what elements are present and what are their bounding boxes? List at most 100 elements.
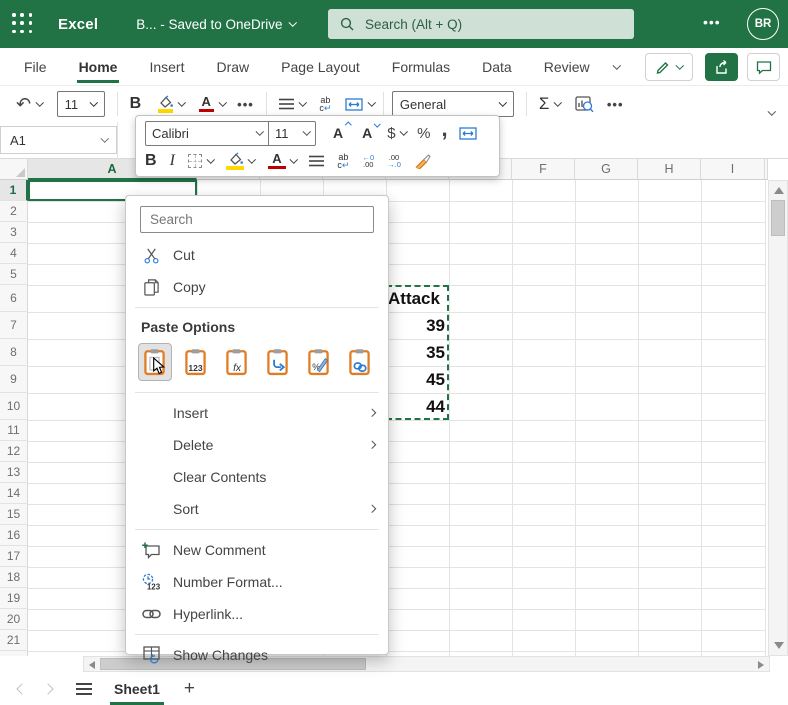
menu-item-hyperlink[interactable]: Hyperlink... — [126, 598, 388, 630]
all-sheets-icon[interactable] — [76, 683, 92, 695]
borders-button[interactable] — [188, 154, 214, 168]
merge-cells-button[interactable] — [345, 98, 375, 111]
column-header[interactable]: G — [575, 159, 638, 180]
row-header[interactable]: 7 — [0, 312, 28, 339]
align-icon[interactable] — [309, 155, 324, 167]
merge-cells-button-floating[interactable] — [459, 127, 477, 140]
autosum-button[interactable]: Σ — [539, 94, 561, 114]
tab-home[interactable]: Home — [77, 50, 120, 83]
row-header[interactable]: 13 — [0, 462, 28, 483]
font-size-select[interactable]: 11 — [57, 91, 105, 117]
row-header[interactable]: 5 — [0, 264, 28, 285]
font-color-button[interactable]: A — [199, 96, 226, 113]
menu-item-delete[interactable]: Delete — [126, 429, 388, 461]
row-header[interactable]: 10 — [0, 393, 28, 420]
column-header[interactable]: I — [701, 159, 765, 180]
column-header[interactable]: F — [512, 159, 575, 180]
paste-values-button[interactable]: 123 — [179, 343, 213, 381]
percent-format-button[interactable]: % — [417, 125, 430, 142]
row-header[interactable]: 18 — [0, 567, 28, 588]
scroll-down-icon[interactable] — [774, 642, 784, 649]
context-menu-search-input[interactable] — [140, 206, 374, 233]
row-header-selected[interactable]: 1 — [0, 180, 28, 201]
row-header[interactable]: 14 — [0, 483, 28, 504]
select-all-corner[interactable] — [0, 159, 28, 180]
tab-data[interactable]: Data — [480, 50, 514, 83]
grow-font-button[interactable]: A — [333, 125, 343, 141]
name-box[interactable]: A1 — [0, 126, 117, 154]
paste-button[interactable] — [138, 343, 172, 381]
scroll-up-icon[interactable] — [774, 187, 784, 194]
row-header[interactable]: 21 — [0, 630, 28, 651]
row-header[interactable]: 15 — [0, 504, 28, 525]
decrease-decimal-button[interactable]: ←0.00 — [362, 154, 374, 169]
row-header[interactable]: 22 — [0, 651, 28, 656]
row-header[interactable]: 19 — [0, 588, 28, 609]
column-header[interactable]: H — [638, 159, 701, 180]
align-button[interactable] — [279, 98, 306, 110]
menu-item-clear-contents[interactable]: Clear Contents — [126, 461, 388, 493]
wrap-text-button-floating[interactable]: abc↵ — [337, 153, 349, 169]
editing-mode-button[interactable] — [645, 53, 693, 81]
font-overflow-button[interactable]: ••• — [237, 97, 254, 112]
menu-item-cut[interactable]: Cut — [126, 239, 388, 271]
next-sheet-chevron-icon[interactable] — [42, 683, 53, 694]
vertical-scrollbar[interactable] — [768, 180, 788, 656]
fill-color-button-floating[interactable] — [226, 152, 255, 170]
shrink-font-button[interactable]: A — [362, 125, 372, 141]
wrap-text-button[interactable]: abc↵ — [319, 96, 331, 112]
row-header[interactable]: 11 — [0, 420, 28, 441]
menu-item-sort[interactable]: Sort — [126, 493, 388, 525]
tab-review[interactable]: Review — [542, 50, 592, 83]
paste-transpose-button[interactable] — [261, 343, 295, 381]
paste-formulas-button[interactable]: fx — [220, 343, 254, 381]
font-name-select[interactable]: Calibri — [146, 122, 268, 145]
column-header[interactable] — [765, 159, 768, 180]
menu-item-copy[interactable]: Copy — [126, 271, 388, 303]
row-header[interactable]: 16 — [0, 525, 28, 546]
row-header[interactable]: 8 — [0, 339, 28, 366]
vertical-scroll-thumb[interactable] — [771, 200, 785, 236]
row-header[interactable]: 12 — [0, 441, 28, 462]
toolbar-overflow-button[interactable]: ••• — [607, 97, 624, 112]
scroll-right-icon[interactable] — [758, 661, 764, 669]
more-options-button[interactable]: ••• — [703, 14, 721, 30]
menu-item-number-format[interactable]: 123 Number Format... — [126, 566, 388, 598]
font-size-select-floating[interactable]: 11 — [269, 122, 315, 145]
paste-formatting-button[interactable]: % — [301, 343, 335, 381]
bold-button[interactable]: B — [130, 95, 142, 113]
row-header[interactable]: 4 — [0, 243, 28, 264]
row-header[interactable]: 2 — [0, 201, 28, 222]
accounting-format-button[interactable]: $ — [387, 125, 406, 142]
fill-color-button[interactable] — [157, 95, 185, 113]
bold-button-floating[interactable]: B — [145, 152, 157, 170]
row-header[interactable]: 9 — [0, 366, 28, 393]
paste-link-button[interactable] — [342, 343, 376, 381]
number-format-select[interactable]: General — [392, 91, 514, 117]
tab-draw[interactable]: Draw — [214, 50, 251, 83]
share-button[interactable] — [705, 53, 738, 81]
tab-file[interactable]: File — [22, 50, 49, 83]
menu-item-insert[interactable]: Insert — [126, 397, 388, 429]
app-launcher-icon[interactable] — [12, 13, 34, 35]
italic-button-floating[interactable]: I — [170, 152, 175, 170]
tab-insert[interactable]: Insert — [147, 50, 186, 83]
add-sheet-button[interactable]: + — [184, 678, 195, 700]
global-search-input[interactable] — [363, 16, 593, 33]
undo-button[interactable]: ↶ — [16, 94, 43, 115]
comments-button[interactable] — [747, 53, 780, 81]
format-painter-icon[interactable] — [414, 154, 431, 169]
tab-formulas[interactable]: Formulas — [390, 50, 452, 83]
collapse-ribbon-chevron-icon[interactable] — [767, 107, 775, 115]
more-tabs-chevron-icon[interactable] — [612, 61, 620, 69]
row-header[interactable]: 17 — [0, 546, 28, 567]
comma-format-button[interactable]: , — [441, 116, 447, 142]
sheet-tab-sheet1[interactable]: Sheet1 — [110, 675, 164, 703]
menu-item-new-comment[interactable]: New Comment — [126, 534, 388, 566]
scroll-left-icon[interactable] — [89, 661, 95, 669]
increase-decimal-button[interactable]: .00→.0 — [387, 154, 401, 169]
row-header[interactable]: 6 — [0, 285, 28, 312]
global-search[interactable] — [328, 9, 634, 39]
row-header[interactable]: 3 — [0, 222, 28, 243]
tab-page-layout[interactable]: Page Layout — [279, 50, 362, 83]
